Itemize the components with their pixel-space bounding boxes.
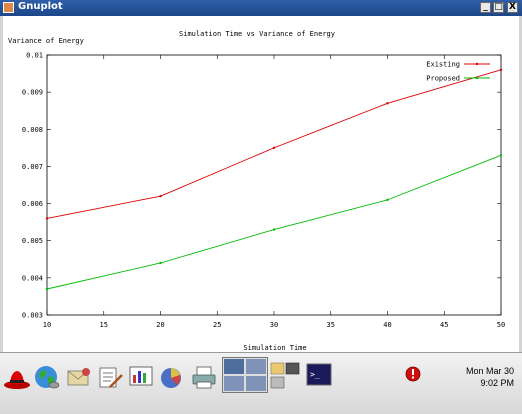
terminal-icon[interactable]: >_ (306, 362, 332, 388)
svg-text:>_: >_ (310, 370, 320, 379)
x-tick-label: 45 (440, 321, 448, 329)
file-manager-icon[interactable] (270, 361, 300, 391)
clock[interactable]: Mon Mar 30 9:02 PM (466, 365, 514, 389)
presentation-icon[interactable] (127, 363, 155, 391)
legend: Existing Proposed (426, 61, 490, 83)
data-point-existing (386, 102, 389, 105)
legend-label: Existing (426, 61, 460, 69)
data-point-proposed (272, 228, 276, 231)
y-tick-label: 0.004 (22, 274, 43, 282)
x-tick-label: 40 (383, 321, 391, 329)
series-line-proposed (46, 154, 502, 290)
y-tick-label: 0.006 (22, 200, 43, 208)
window-titlebar[interactable]: Gnuplot _ □ X (0, 0, 522, 16)
data-point-proposed (159, 261, 162, 265)
chart-title: Simulation Time vs Variance of Energy (179, 30, 335, 38)
y-tick-label: 0.009 (22, 89, 43, 97)
x-tick-label: 10 (43, 321, 51, 329)
x-tick-label: 20 (156, 321, 164, 329)
close-button[interactable]: X (507, 2, 518, 13)
data-point-existing (499, 68, 503, 72)
x-tick-label: 25 (213, 321, 221, 329)
x-tick-label: 30 (270, 321, 278, 329)
gnuplot-chart: Simulation Time vs Variance of Energy Va… (8, 30, 505, 352)
text-editor-icon[interactable] (96, 363, 124, 391)
alert-icon[interactable] (405, 366, 421, 382)
clock-date: Mon Mar 30 (465, 366, 514, 376)
y-tick-label: 0.01 (26, 52, 43, 60)
x-axis-label: Simulation Time (243, 344, 306, 352)
printer-icon[interactable] (190, 363, 218, 391)
data-point-existing (272, 146, 276, 150)
maximize-button[interactable]: □ (493, 2, 504, 13)
x-tick-label: 35 (327, 321, 335, 329)
data-point-existing (159, 194, 162, 198)
workspace-switcher-icon[interactable] (222, 357, 268, 393)
window-title: Gnuplot (18, 1, 63, 12)
x-tick-label: 50 (497, 321, 505, 329)
taskbar-panel: >_ Mon Mar 30 9:02 PM (0, 352, 522, 414)
legend-marker (475, 76, 479, 80)
plot-border (46, 54, 502, 316)
y-tick-label: 0.003 (22, 312, 43, 320)
y-tick-label: 0.007 (22, 163, 43, 171)
data-point-existing (45, 217, 49, 220)
minimize-button[interactable]: _ (480, 2, 491, 13)
data-point-proposed (499, 154, 503, 157)
y-tick-label: 0.008 (22, 126, 43, 134)
redhat-icon[interactable] (3, 363, 31, 391)
legend-label: Proposed (426, 75, 460, 83)
data-point-proposed (386, 198, 389, 202)
gnuplot-app-icon[interactable] (3, 2, 14, 13)
legend-marker (475, 62, 479, 66)
spreadsheet-icon[interactable] (158, 363, 186, 391)
email-icon[interactable] (65, 363, 93, 391)
data-point-proposed (45, 287, 49, 291)
series-line-existing (46, 69, 502, 219)
y-tick-label: 0.005 (22, 237, 43, 245)
clock-time: 9:02 PM (480, 378, 514, 388)
web-browser-icon[interactable] (33, 363, 61, 391)
y-axis-label: Variance of Energy (8, 37, 84, 45)
x-tick-label: 15 (100, 321, 108, 329)
